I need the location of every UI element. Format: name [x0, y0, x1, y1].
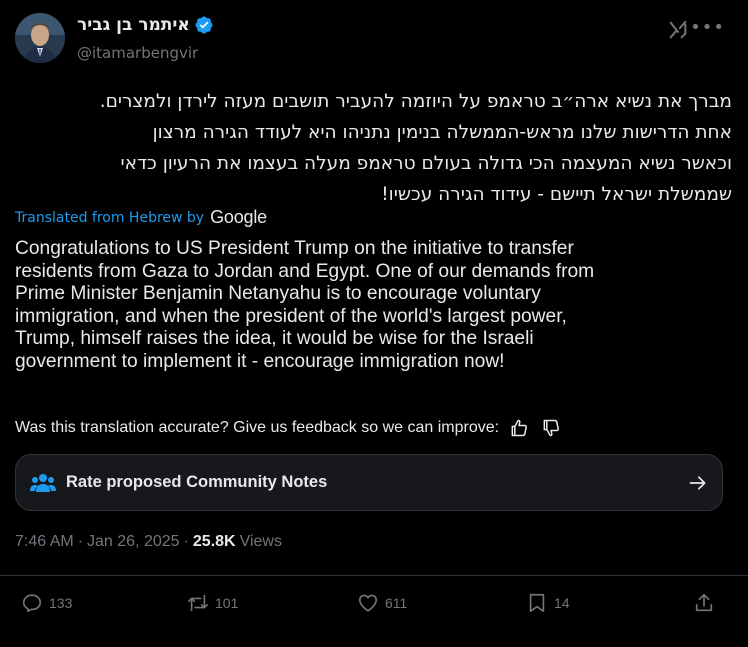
tweet-header: איתמר בן גביר @itamarbengvir •••: [15, 13, 733, 69]
tweet-date[interactable]: Jan 26, 2025: [87, 533, 180, 551]
reply-icon: [22, 594, 42, 613]
reply-button[interactable]: 133: [21, 592, 72, 614]
views-label: Views: [239, 533, 282, 550]
repost-icon: [188, 594, 208, 612]
english-line: Congratulations to US President Trump on…: [15, 238, 574, 259]
share-button[interactable]: [693, 592, 715, 614]
repost-count: 101: [215, 595, 239, 611]
feedback-prompt: Was this translation accurate? Give us f…: [15, 419, 500, 436]
translation-attribution: Translated from Hebrew by Google: [15, 207, 267, 228]
hebrew-line: אחת הדרישות שלנו מראש-הממשלה בנימין נתני…: [152, 122, 732, 143]
divider: [0, 575, 748, 576]
hebrew-line: וכאשר נשיא המעצמה הכי גדולה בעולם טראמפ …: [120, 153, 732, 174]
verified-badge-icon: [195, 16, 213, 34]
tweet-time[interactable]: 7:46 AM: [15, 533, 74, 551]
more-icon[interactable]: •••: [690, 17, 725, 38]
views-count[interactable]: 25.8K: [193, 533, 236, 551]
like-button[interactable]: 611: [357, 592, 407, 614]
english-line: Prime Minister Benjamin Netanyahu is to …: [15, 283, 541, 304]
heart-icon: [358, 594, 378, 612]
repost-button[interactable]: 101: [187, 592, 238, 614]
bookmark-button[interactable]: 14: [526, 592, 570, 614]
tweet-english-translation: Congratulations to US President Trump on…: [15, 238, 715, 373]
google-logo: Google: [210, 207, 267, 227]
hebrew-line: שממשלת ישראל תיישם - עידוד הגירה עכשיו!: [381, 184, 732, 205]
bookmark-count: 14: [554, 595, 570, 611]
author-name-row: איתמר בן גביר: [77, 15, 214, 35]
reply-count: 133: [49, 595, 73, 611]
thumbs-down-icon[interactable]: [541, 418, 561, 438]
avatar[interactable]: [15, 13, 65, 63]
author-display-name[interactable]: איתמר בן גביר: [77, 15, 190, 35]
author-handle[interactable]: @itamarbengvir: [77, 44, 198, 62]
tweet-meta: 7:46 AM · Jan 26, 2025 · 25.8K Views: [15, 533, 282, 551]
community-notes-label: Rate proposed Community Notes: [66, 473, 328, 491]
english-line: residents from Gaza to Jordan and Egypt.…: [15, 260, 595, 282]
arrow-right-icon: [689, 475, 706, 490]
english-line: Trump, himself raises the idea, it would…: [15, 328, 534, 349]
share-icon: [695, 593, 713, 612]
translated-label: Translated from Hebrew by: [15, 209, 205, 226]
people-group-icon: [30, 473, 56, 492]
english-line: immigration, and when the president of t…: [15, 305, 567, 327]
rate-community-notes-button[interactable]: Rate proposed Community Notes: [15, 454, 723, 511]
translation-feedback: Was this translation accurate? Give us f…: [15, 418, 561, 438]
like-count: 611: [385, 595, 408, 611]
meta-separator: ·: [183, 533, 189, 550]
action-bar: 133 101 611 14: [15, 592, 720, 622]
hebrew-line: מברך את נשיא ארה״ב טראמפ על היוזמה להעבי…: [99, 91, 732, 112]
thumbs-up-icon[interactable]: [509, 418, 529, 438]
tweet-hebrew-text: מברך את נשיא ארה״ב טראמפ על היוזמה להעבי…: [16, 86, 732, 210]
grok-icon[interactable]: [667, 19, 689, 41]
english-line: government to implement it - encourage i…: [15, 350, 505, 372]
meta-separator: ·: [77, 533, 84, 550]
bookmark-icon: [529, 593, 545, 613]
